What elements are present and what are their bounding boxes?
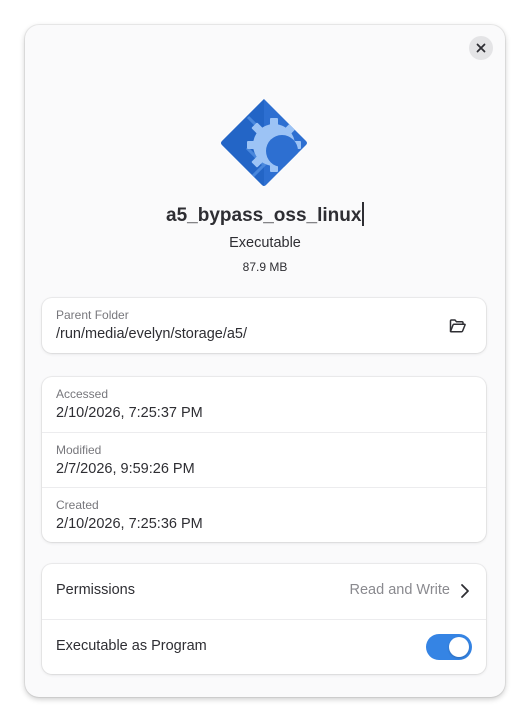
chevron-right-icon bbox=[461, 584, 469, 598]
permissions-row[interactable]: Permissions Read and Write bbox=[42, 564, 486, 619]
parent-folder-path: /run/media/evelyn/storage/a5/ bbox=[56, 326, 248, 342]
created-row: Created 2/10/2026, 7:25:36 PM bbox=[42, 487, 486, 542]
open-parent-folder-button[interactable] bbox=[446, 315, 468, 337]
accessed-label: Accessed bbox=[56, 387, 109, 401]
dates-card: Accessed 2/10/2026, 7:25:37 PM Modified … bbox=[42, 377, 486, 542]
application-x-executable-icon bbox=[218, 97, 310, 189]
permissions-value: Read and Write bbox=[349, 582, 450, 598]
file-size-label: 87.9 MB bbox=[242, 260, 288, 274]
parent-folder-label: Parent Folder bbox=[56, 308, 129, 322]
executable-row: Executable as Program bbox=[42, 619, 486, 674]
file-type-label: Executable bbox=[229, 235, 301, 251]
file-name-field[interactable]: a5_bypass_oss_linux bbox=[25, 202, 505, 227]
created-label: Created bbox=[56, 498, 99, 512]
file-name-text: a5_bypass_oss_linux bbox=[166, 205, 362, 226]
accessed-value: 2/10/2026, 7:25:37 PM bbox=[56, 405, 203, 421]
properties-dialog: a5_bypass_oss_linux Executable 87.9 MB P… bbox=[25, 25, 505, 697]
permissions-label: Permissions bbox=[56, 582, 135, 598]
permissions-card: Permissions Read and Write Executable as… bbox=[42, 564, 486, 674]
accessed-row: Accessed 2/10/2026, 7:25:37 PM bbox=[42, 377, 486, 432]
open-folder-icon bbox=[449, 319, 466, 333]
modified-label: Modified bbox=[56, 443, 102, 457]
close-button[interactable] bbox=[469, 36, 493, 60]
modified-value: 2/7/2026, 9:59:26 PM bbox=[56, 461, 195, 477]
parent-folder-card: Parent Folder /run/media/evelyn/storage/… bbox=[42, 298, 486, 353]
modified-row: Modified 2/7/2026, 9:59:26 PM bbox=[42, 432, 486, 487]
toggle-knob bbox=[449, 637, 469, 657]
created-value: 2/10/2026, 7:25:36 PM bbox=[56, 516, 203, 532]
executable-toggle[interactable] bbox=[426, 634, 472, 660]
executable-label: Executable as Program bbox=[56, 638, 207, 654]
close-icon bbox=[476, 43, 486, 53]
text-cursor bbox=[362, 202, 364, 226]
parent-folder-row: Parent Folder /run/media/evelyn/storage/… bbox=[42, 298, 486, 353]
